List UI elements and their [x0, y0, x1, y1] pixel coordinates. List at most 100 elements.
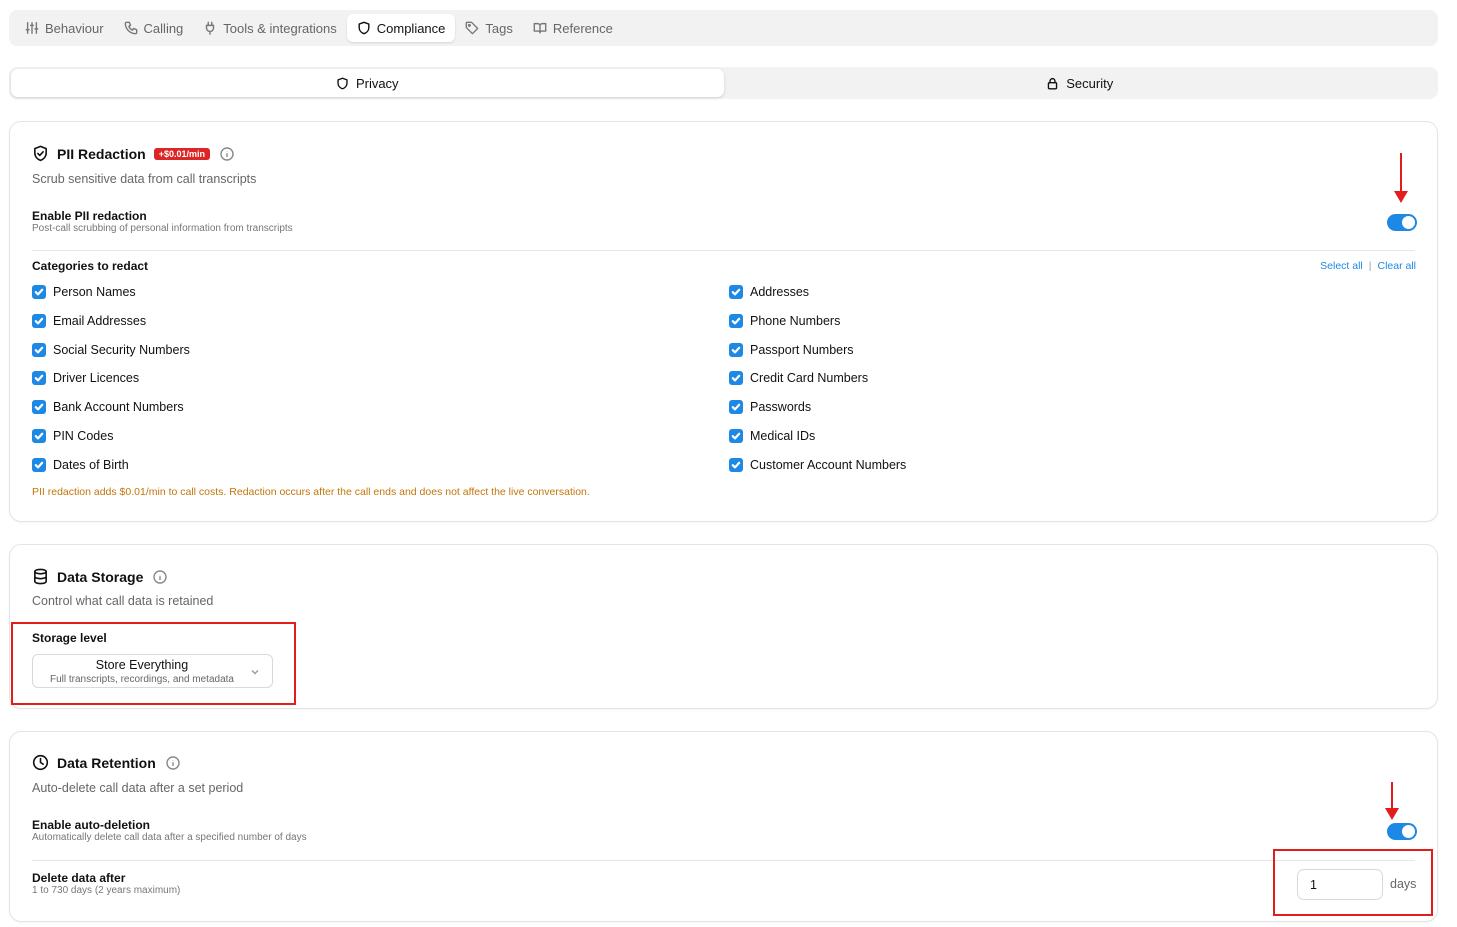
storage-selected-value: Store Everything [95, 658, 189, 672]
checkbox-checked-icon [729, 429, 743, 443]
category-checkbox[interactable]: Person Names [32, 285, 136, 299]
delete-after-hint: 1 to 730 days (2 years maximum) [32, 885, 181, 896]
category-label: PIN Codes [53, 429, 114, 443]
shield-icon [337, 77, 348, 89]
category-label: Credit Card Numbers [750, 371, 869, 386]
tab-calling[interactable]: Calling [114, 14, 194, 42]
data-storage-card: Data Storage Control what call data is r… [9, 544, 1438, 709]
tab-privacy[interactable]: Privacy [11, 69, 724, 97]
shield-icon [358, 21, 370, 35]
checkbox-checked-icon [729, 285, 743, 299]
category-label: Phone Numbers [750, 313, 841, 328]
database-icon [34, 568, 47, 585]
categories-label: Categories to redact [32, 259, 149, 273]
storage-subtitle: Control what call data is retained [32, 594, 214, 608]
plug-icon [206, 21, 215, 35]
category-label: Customer Account Numbers [750, 457, 907, 472]
retention-days-input[interactable] [1297, 869, 1383, 900]
clear-all-link[interactable]: Clear all [1377, 260, 1416, 272]
storage-title-row: Data Storage [32, 568, 168, 585]
storage-level-select[interactable]: Store Everything Full transcripts, recor… [32, 654, 273, 688]
storage-level-label: Storage level [32, 631, 107, 645]
info-icon[interactable] [166, 755, 180, 770]
category-label: Medical IDs [750, 429, 816, 443]
category-checkbox[interactable]: Email Addresses [32, 313, 146, 328]
storage-title: Data Storage [57, 568, 144, 585]
pii-title-row: PII Redaction +$0.01/min [32, 145, 234, 162]
checkbox-checked-icon [32, 285, 46, 299]
auto-deletion-toggle[interactable] [1387, 823, 1417, 840]
shield-check-icon [34, 145, 47, 162]
category-checkbox[interactable]: PIN Codes [32, 429, 113, 443]
price-badge: +$0.01/min [153, 147, 210, 160]
tab-tags[interactable]: Tags [455, 14, 522, 42]
checkbox-checked-icon [729, 313, 743, 328]
tab-reference[interactable]: Reference [523, 14, 623, 42]
enable-pii-toggle[interactable] [1387, 214, 1417, 231]
lock-icon [1048, 77, 1058, 89]
category-checkbox[interactable]: Dates of Birth [32, 457, 129, 472]
tab-security[interactable]: Security [724, 69, 1437, 97]
info-icon[interactable] [153, 569, 168, 584]
pii-title: PII Redaction [57, 145, 146, 162]
link-separator: | [1368, 260, 1372, 272]
tab-security-label: Security [1066, 75, 1114, 91]
clock-icon [32, 754, 49, 771]
category-checkbox[interactable]: Addresses [729, 285, 809, 299]
tab-privacy-label: Privacy [355, 75, 399, 91]
enable-pii-hint: Post-call scrubbing of personal informat… [32, 223, 293, 234]
days-unit-label: days [1390, 877, 1417, 891]
book-icon [533, 22, 547, 34]
checkbox-checked-icon [32, 400, 46, 415]
category-checkbox[interactable]: Phone Numbers [729, 313, 841, 328]
pii-redaction-card: PII Redaction +$0.01/min Scrub sensitive… [9, 121, 1438, 522]
category-checkbox[interactable]: Medical IDs [729, 429, 815, 443]
tab-behaviour[interactable]: Behaviour [15, 14, 114, 42]
pii-subtitle: Scrub sensitive data from call transcrip… [32, 172, 257, 186]
category-checkbox[interactable]: Passport Numbers [729, 342, 854, 357]
divider [32, 250, 1415, 251]
checkbox-checked-icon [32, 457, 46, 472]
checkbox-checked-icon [32, 342, 46, 357]
checkbox-checked-icon [32, 371, 46, 386]
category-checkbox[interactable]: Social Security Numbers [32, 342, 190, 357]
category-label: Bank Account Numbers [53, 400, 184, 415]
toggle-knob [1402, 216, 1415, 229]
checkbox-checked-icon [729, 342, 743, 357]
category-checkbox[interactable]: Driver Licences [32, 371, 140, 386]
tab-tools-integrations[interactable]: Tools & integrations [193, 14, 346, 42]
chevron-down-icon [251, 670, 259, 675]
category-label: Addresses [750, 285, 810, 299]
category-label: Driver Licences [53, 371, 140, 386]
retention-title-row: Data Retention [32, 754, 180, 771]
category-checkbox[interactable]: Customer Account Numbers [729, 457, 907, 472]
tab-tools-label: Tools & integrations [223, 20, 337, 36]
tab-compliance[interactable]: Compliance [346, 14, 456, 42]
enable-pii-label: Enable PII redaction [32, 209, 147, 223]
category-checkbox[interactable]: Passwords [729, 400, 811, 415]
category-checkbox[interactable]: Bank Account Numbers [32, 400, 184, 415]
category-label: Social Security Numbers [53, 342, 190, 357]
select-clear-links: Select all | Clear all [1320, 260, 1416, 272]
retention-subtitle: Auto-delete call data after a set period [32, 781, 244, 795]
top-tab-bar: Behaviour Calling Tools & integrations C… [9, 10, 1438, 46]
category-label: Passport Numbers [750, 342, 854, 357]
phone-icon [124, 21, 137, 35]
category-label: Person Names [53, 285, 136, 299]
info-icon[interactable] [220, 146, 234, 161]
tab-tags-label: Tags [485, 20, 513, 36]
checkbox-checked-icon [729, 457, 743, 472]
auto-deletion-label: Enable auto-deletion [32, 818, 151, 832]
storage-selected-desc: Full transcripts, recordings, and metada… [50, 674, 234, 685]
checkbox-checked-icon [729, 400, 743, 415]
category-checkbox[interactable]: Credit Card Numbers [729, 371, 869, 386]
toggle-knob [1402, 825, 1415, 838]
tab-calling-label: Calling [143, 20, 184, 36]
tag-icon [466, 21, 479, 35]
data-retention-card: Data Retention Auto-delete call data aft… [9, 731, 1438, 922]
tab-behaviour-label: Behaviour [45, 20, 104, 36]
delete-after-label: Delete data after [32, 871, 126, 885]
checkbox-checked-icon [32, 313, 46, 328]
auto-deletion-hint: Automatically delete call data after a s… [32, 832, 307, 843]
select-all-link[interactable]: Select all [1320, 260, 1363, 272]
